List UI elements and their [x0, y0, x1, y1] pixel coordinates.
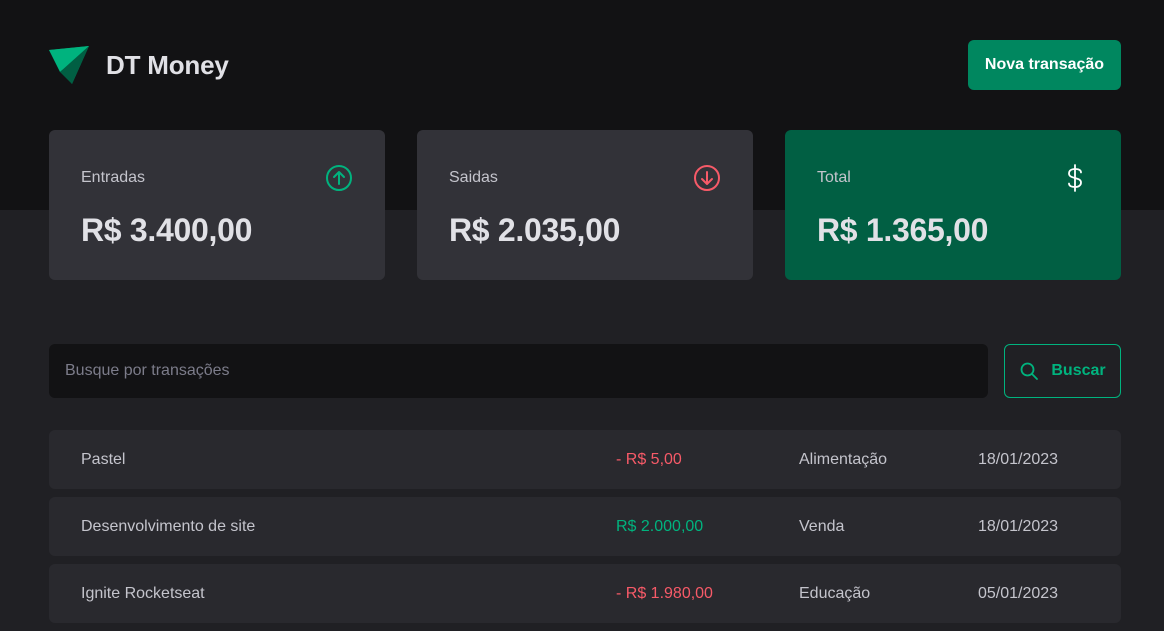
transaction-category: Venda [799, 518, 845, 535]
summary-card-outcome: Saidas R$ 2.035,00 [417, 130, 753, 280]
logo-icon [49, 46, 89, 84]
summary-card-total: Total R$ 1.365,00 [785, 130, 1121, 280]
table-row: Desenvolvimento de site R$ 2.000,00 Vend… [49, 497, 1121, 556]
search-button[interactable]: Buscar [1004, 344, 1121, 398]
arrow-circle-up-icon [326, 165, 352, 191]
transactions-table: Pastel - R$ 5,00 Alimentação 18/01/2023 … [49, 430, 1121, 631]
arrow-circle-down-icon [694, 165, 720, 191]
search-input[interactable] [49, 344, 988, 398]
transaction-category: Educação [799, 585, 871, 602]
transaction-description: Desenvolvimento de site [81, 518, 256, 535]
summary-value: R$ 1.365,00 [817, 212, 989, 248]
new-transaction-button[interactable]: Nova transação [968, 40, 1121, 90]
summary-label: Total [817, 169, 851, 186]
magnifying-glass-icon [1020, 362, 1039, 380]
summary-value: R$ 2.035,00 [449, 212, 621, 248]
summary-label: Saidas [449, 169, 498, 186]
transaction-price: - R$ 1.980,00 [616, 585, 713, 602]
transaction-description: Pastel [81, 451, 126, 468]
table-row: Ignite Rocketseat - R$ 1.980,00 Educação… [49, 564, 1121, 623]
table-row: Pastel - R$ 5,00 Alimentação 18/01/2023 [49, 430, 1121, 489]
app-name: DT Money [106, 49, 229, 80]
transaction-category: Alimentação [799, 451, 888, 468]
app-logo[interactable]: DT Money [48, 44, 229, 86]
transaction-price: R$ 2.000,00 [616, 518, 704, 535]
transaction-date: 18/01/2023 [978, 451, 1059, 468]
currency-dollar-icon [1068, 164, 1082, 192]
transaction-price: - R$ 5,00 [616, 451, 682, 468]
transaction-date: 18/01/2023 [978, 518, 1059, 535]
search-button-label: Buscar [1051, 362, 1106, 379]
summary-value: R$ 3.400,00 [81, 212, 253, 248]
transaction-date: 05/01/2023 [978, 585, 1059, 602]
transaction-description: Ignite Rocketseat [81, 585, 205, 602]
summary-label: Entradas [81, 169, 146, 186]
summary-card-income: Entradas R$ 3.400,00 [49, 130, 385, 280]
